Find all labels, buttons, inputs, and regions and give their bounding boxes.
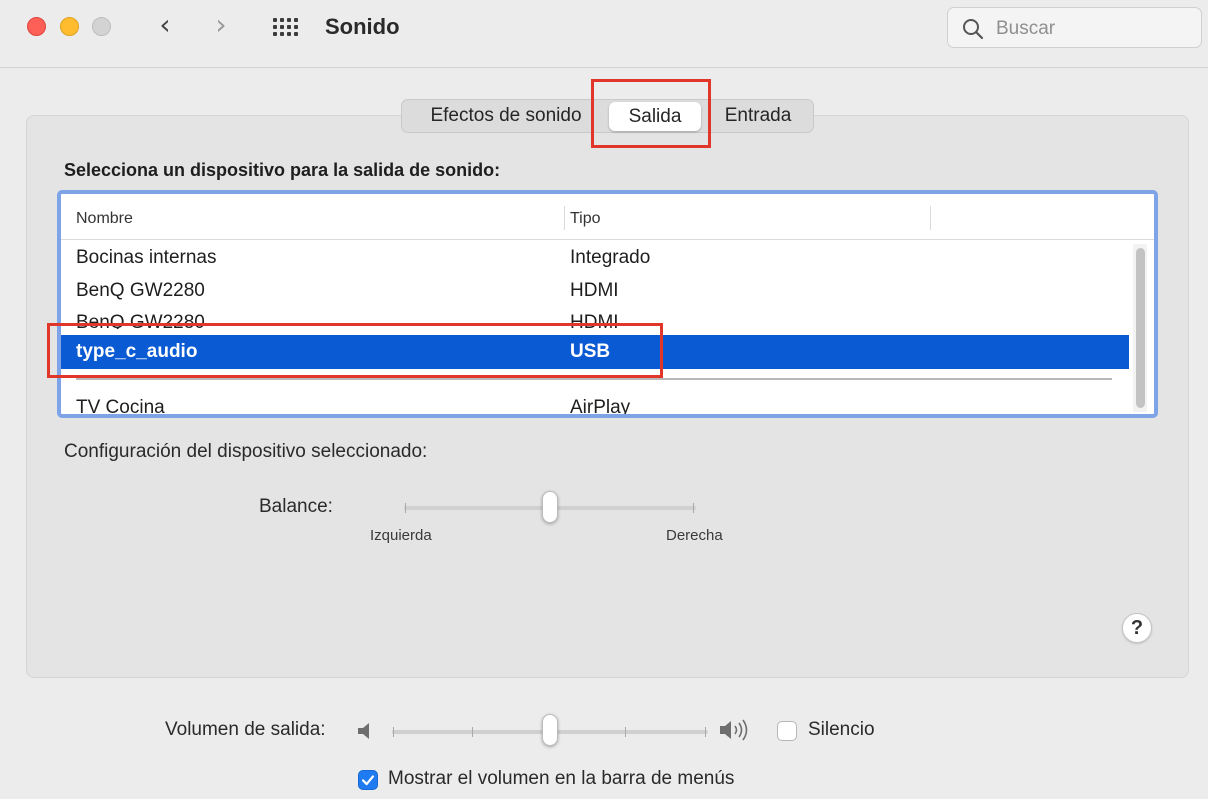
row-highlight-annotation xyxy=(47,323,663,378)
tab-input[interactable]: Entrada xyxy=(708,100,808,132)
device-name: Bocinas internas xyxy=(76,247,217,268)
slider-tick xyxy=(472,727,473,737)
slider-tick xyxy=(705,727,706,737)
show-volume-label: Mostrar el volumen en la barra de menús xyxy=(388,768,735,789)
slider-tick xyxy=(625,727,626,737)
table-scrollbar[interactable] xyxy=(1133,244,1147,412)
checkmark-icon xyxy=(361,775,375,786)
minimize-window-button[interactable] xyxy=(60,17,79,36)
device-type: AirPlay xyxy=(570,397,631,418)
tab-sound-effects[interactable]: Efectos de sonido xyxy=(416,100,596,132)
output-device-table[interactable]: Nombre Tipo Bocinas internas Integrado B… xyxy=(57,190,1158,418)
balance-left-label: Izquierda xyxy=(370,527,432,544)
output-volume-label: Volumen de salida: xyxy=(165,719,326,740)
tab-highlight-annotation xyxy=(591,79,711,148)
table-row[interactable]: Bocinas internas Integrado xyxy=(61,242,1129,274)
device-name: BenQ GW2280 xyxy=(76,280,205,301)
table-row[interactable]: BenQ GW2280 HDMI xyxy=(61,275,1129,307)
output-volume-knob[interactable] xyxy=(542,714,558,746)
mute-label: Silencio xyxy=(808,719,875,740)
slider-tick xyxy=(393,727,394,737)
window-title: Sonido xyxy=(325,14,400,39)
output-heading: Selecciona un dispositivo para la salida… xyxy=(64,160,501,180)
column-header-name[interactable]: Nombre xyxy=(76,210,133,228)
column-separator xyxy=(930,206,931,230)
balance-label: Balance: xyxy=(259,496,333,517)
device-type: HDMI xyxy=(570,280,619,301)
search-icon xyxy=(963,19,984,40)
slider-tick xyxy=(693,503,694,513)
close-window-button[interactable] xyxy=(27,17,46,36)
row-divider xyxy=(76,378,1112,380)
search-field[interactable]: Buscar xyxy=(947,7,1202,48)
balance-slider-knob[interactable] xyxy=(542,491,558,523)
device-type: Integrado xyxy=(570,247,651,268)
column-separator xyxy=(564,206,565,230)
column-header-type[interactable]: Tipo xyxy=(570,210,601,228)
table-row[interactable]: TV Cocina AirPlay xyxy=(61,392,1129,418)
table-header: Nombre Tipo xyxy=(61,194,1154,240)
mute-checkbox[interactable] xyxy=(777,721,797,741)
zoom-window-button[interactable] xyxy=(92,17,111,36)
speaker-low-icon xyxy=(358,723,369,739)
device-name: TV Cocina xyxy=(76,397,165,418)
show-all-grid-icon[interactable] xyxy=(273,18,298,36)
slider-tick xyxy=(405,503,406,513)
forward-button[interactable]: › xyxy=(206,10,236,42)
speaker-high-icon xyxy=(720,719,748,741)
show-volume-checkbox[interactable] xyxy=(358,770,378,790)
back-button[interactable]: ‹ xyxy=(150,10,180,42)
scrollbar-thumb[interactable] xyxy=(1136,248,1145,408)
device-settings-heading: Configuración del dispositivo selecciona… xyxy=(64,441,428,462)
search-placeholder: Buscar xyxy=(996,18,1056,39)
balance-right-label: Derecha xyxy=(666,527,723,544)
title-bar: ‹ › Sonido Buscar xyxy=(0,0,1208,68)
help-button[interactable]: ? xyxy=(1122,613,1152,643)
